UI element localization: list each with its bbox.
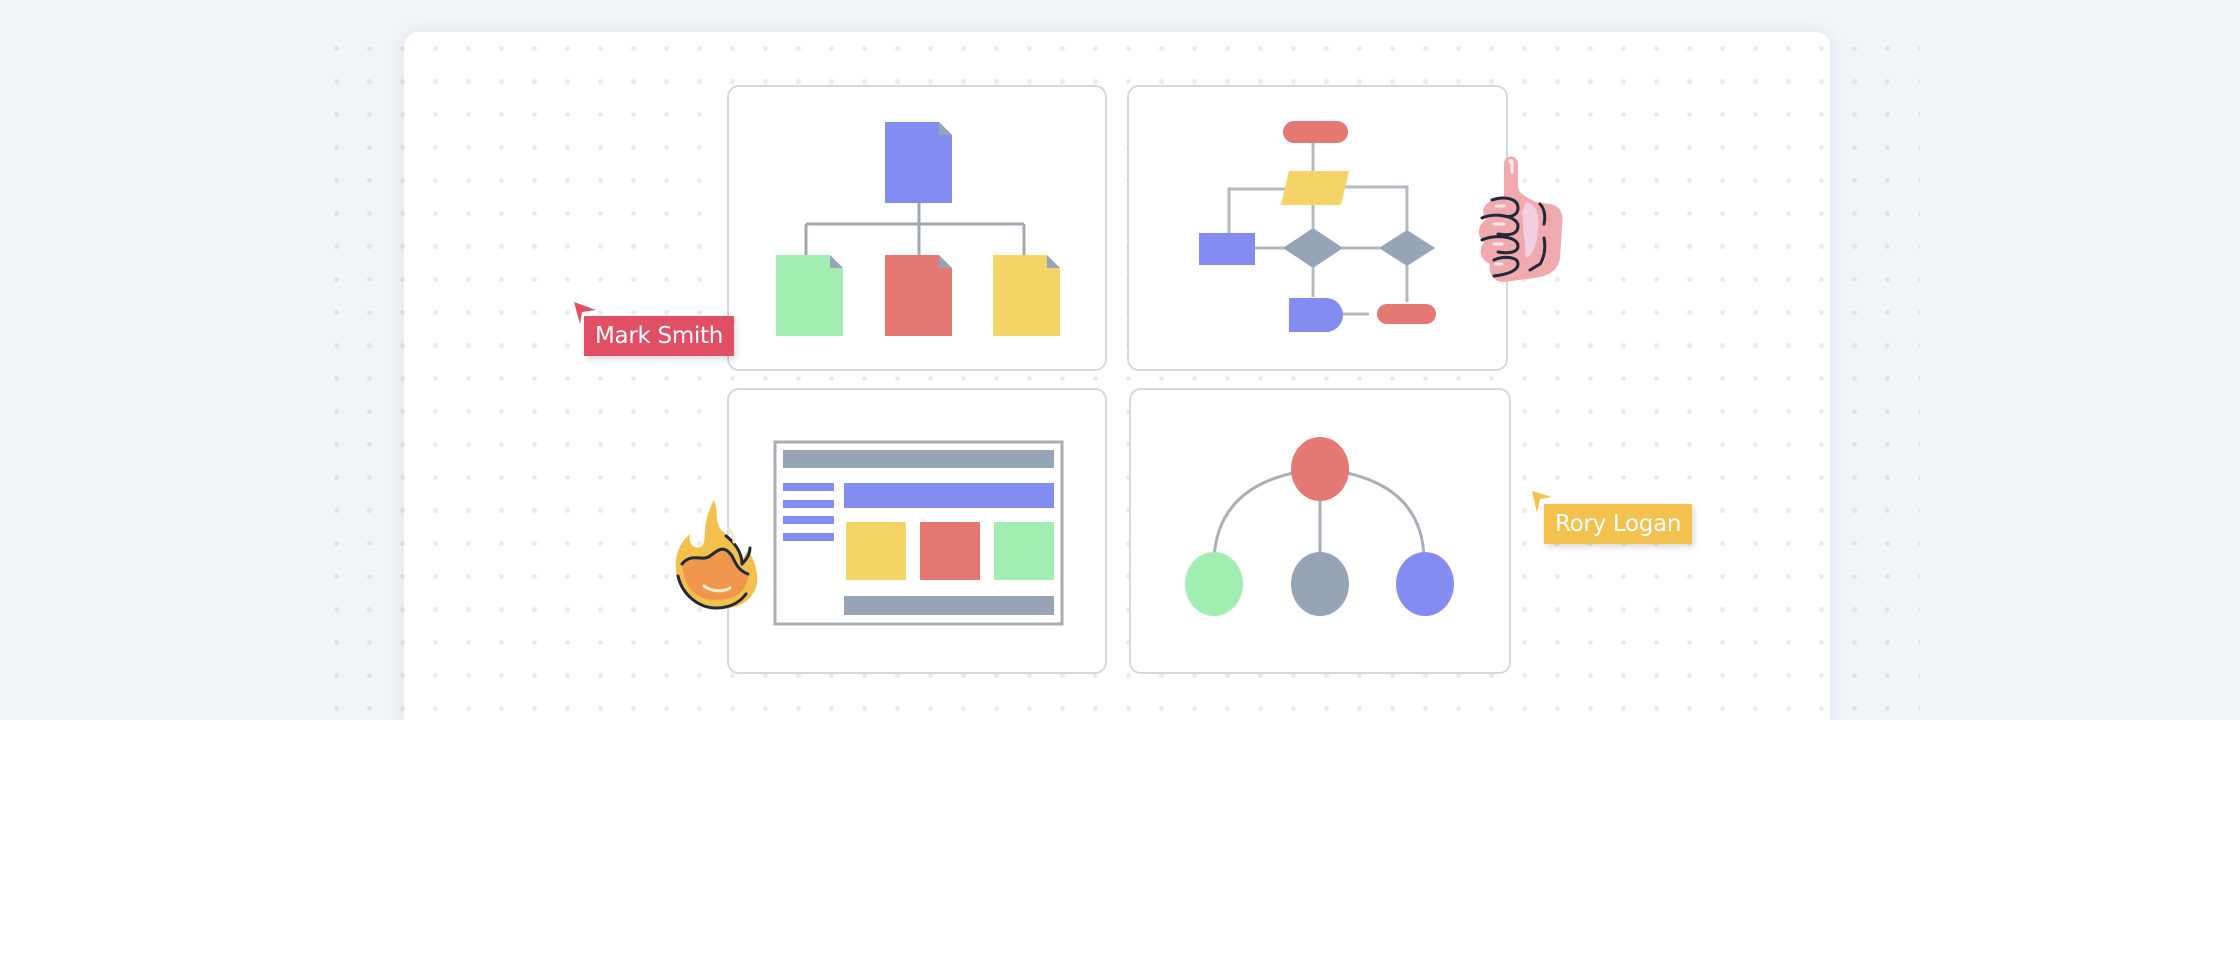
blue-node-shape (1396, 552, 1454, 616)
gray-decision-shape (1283, 228, 1343, 268)
nav-line-shape (783, 483, 834, 491)
green-node-shape (1185, 552, 1243, 616)
wireframe-diagram (773, 440, 1064, 626)
gray-footer-bar-shape (844, 596, 1054, 615)
connector-line (1346, 471, 1426, 559)
template-card-document-hierarchy[interactable] (727, 85, 1107, 371)
nav-line-shape (783, 516, 834, 524)
tree-diagram (1185, 437, 1454, 616)
red-root-node-shape (1291, 437, 1349, 501)
fire-icon[interactable] (674, 500, 764, 615)
document-hierarchy-diagram (776, 122, 1060, 336)
green-document-shape (776, 255, 843, 336)
blue-banner-shape (844, 483, 1054, 508)
flowchart-diagram (1199, 121, 1436, 332)
green-tile-shape (994, 522, 1054, 580)
yellow-parallelogram-shape (1281, 171, 1349, 205)
blue-document-shape (885, 122, 952, 203)
gray-decision-shape (1379, 230, 1435, 266)
nav-line-shape (783, 500, 834, 508)
whiteboard-dot-grid (404, 32, 1830, 720)
connector-line (1212, 471, 1294, 559)
yellow-tile-shape (846, 522, 906, 580)
red-document-shape (885, 255, 952, 336)
blue-delay-shape (1289, 298, 1343, 332)
template-card-flowchart[interactable] (1127, 85, 1508, 371)
red-tile-shape (920, 522, 980, 580)
blue-process-shape (1199, 233, 1255, 265)
whiteboard[interactable] (404, 32, 1830, 720)
template-card-wireframe[interactable] (727, 388, 1107, 674)
thumbs-up-icon[interactable] (1474, 152, 1568, 293)
red-terminator-shape (1377, 304, 1436, 324)
yellow-document-shape (993, 255, 1060, 336)
gray-header-bar-shape (783, 450, 1054, 468)
nav-line-shape (783, 533, 834, 541)
template-card-tree-diagram[interactable] (1129, 388, 1511, 674)
canvas-background: Mark Smith Rory Logan (0, 0, 2240, 720)
red-terminator-shape (1283, 121, 1348, 143)
collaborator-name-label: Mark Smith (584, 316, 735, 356)
gray-node-shape (1291, 552, 1349, 616)
collaborator-name-label: Rory Logan (1544, 504, 1693, 544)
